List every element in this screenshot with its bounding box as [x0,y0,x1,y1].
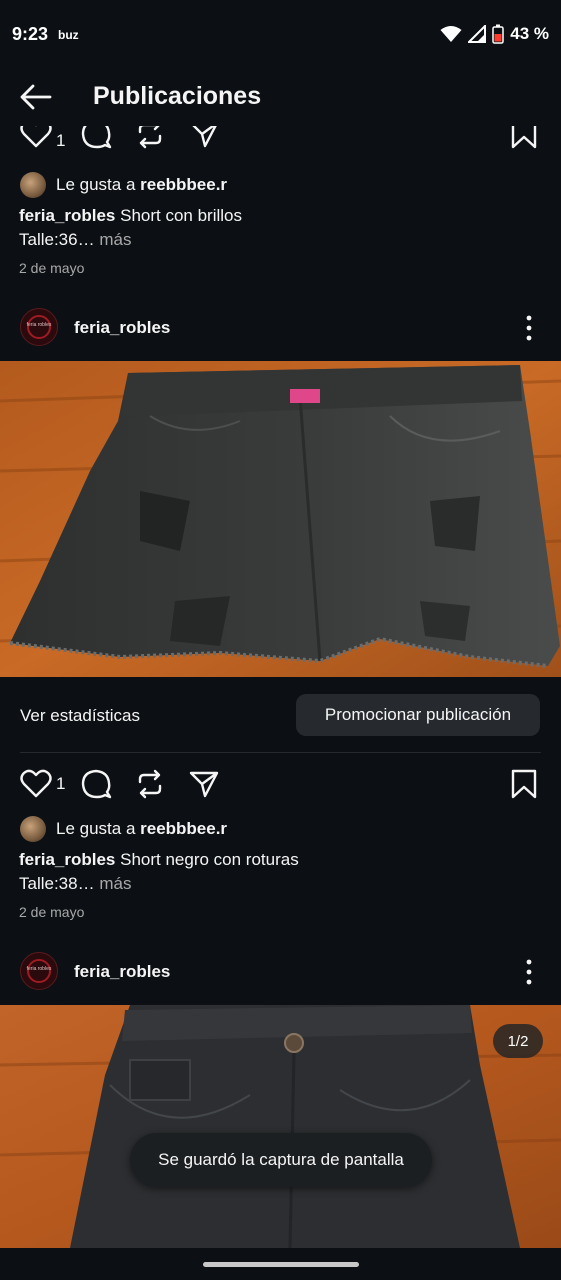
view-insights-link[interactable]: Ver estadísticas [20,706,140,726]
liked-by-prefix: Le gusta a [56,175,141,194]
share-icon [192,126,217,148]
like-button[interactable] [20,126,52,155]
status-icons: 43 % [440,24,549,44]
wifi-icon [440,26,462,42]
save-button[interactable] [510,126,538,155]
liked-by-prefix: Le gusta a [56,819,141,838]
avatar[interactable]: feria robles [20,952,58,990]
caption-username[interactable]: feria_robles [19,850,115,869]
promote-post-button[interactable]: Promocionar publicación [296,694,540,736]
repost-icon [138,126,162,149]
heart-icon [20,769,52,798]
liker-avatar [20,816,46,842]
avatar-logo-text: feria robles [26,322,52,328]
back-arrow-icon [20,84,52,110]
post-actions: 1 [0,766,561,806]
save-button[interactable] [510,768,538,805]
repost-button[interactable] [134,768,166,805]
liker-username[interactable]: reebbbee.r [140,819,227,838]
share-icon [189,771,219,798]
battery-icon [492,24,504,44]
liked-by: Le gusta a reebbbee.r [20,816,227,842]
post-photo-shorts-black [0,361,561,677]
comment-button[interactable] [80,768,112,805]
status-time: 9:23 [12,24,49,44]
post-date: 2 de mayo [19,260,85,276]
repost-button[interactable] [134,126,166,155]
status-app-badge: buz [58,28,79,42]
back-button[interactable] [18,82,54,112]
liker-username[interactable]: reebbbee.r [140,175,227,194]
like-count[interactable]: 1 [56,774,65,794]
liker-avatar [20,172,46,198]
avatar[interactable]: feria robles [20,308,58,346]
caption-text: Short negro con roturas [115,850,299,869]
share-button[interactable] [188,126,220,155]
battery-percent: 43 % [510,24,549,43]
like-button[interactable] [20,768,52,805]
caption-line2: Talle:36… [19,230,95,249]
divider [20,752,541,753]
comment-button[interactable] [80,126,112,155]
more-link[interactable]: más [95,230,131,249]
caption: feria_robles Short negro con roturas Tal… [19,848,299,896]
share-button[interactable] [188,768,220,805]
caption-text: Short con brillos [115,206,243,225]
caption: feria_robles Short con brillos Talle:36…… [19,204,242,252]
signal-icon [468,25,487,43]
post-image[interactable] [0,1005,561,1248]
screenshot-toast: Se guardó la captura de pantalla [130,1133,432,1187]
carousel-counter: 1/2 [493,1024,543,1058]
post-options-button[interactable] [519,314,539,342]
post-username[interactable]: feria_robles [74,318,170,338]
prev-post-actions: 1 [0,126,561,156]
post-photo-shorts-black-front [0,1005,561,1248]
liked-by: Le gusta a reebbbee.r [20,172,227,198]
more-vertical-icon [526,959,532,985]
caption-line2: Talle:38… [19,874,95,893]
heart-icon [20,126,52,148]
repost-icon [138,769,162,799]
avatar-logo-text: feria robles [26,966,52,972]
like-count: 1 [56,131,66,150]
bookmark-icon [511,769,537,799]
post-username[interactable]: feria_robles [74,962,170,982]
bookmark-icon [511,126,537,149]
post-image[interactable] [0,361,561,677]
home-indicator[interactable] [203,1262,359,1267]
more-link[interactable]: más [95,874,131,893]
more-vertical-icon [526,315,532,341]
top-app-bar [0,70,561,126]
post-date: 2 de mayo [19,904,85,920]
post-options-button[interactable] [519,958,539,986]
comment-icon [81,769,112,799]
page-title: Publicaciones [93,82,262,110]
caption-username[interactable]: feria_robles [19,206,115,225]
comment-icon [81,126,112,149]
